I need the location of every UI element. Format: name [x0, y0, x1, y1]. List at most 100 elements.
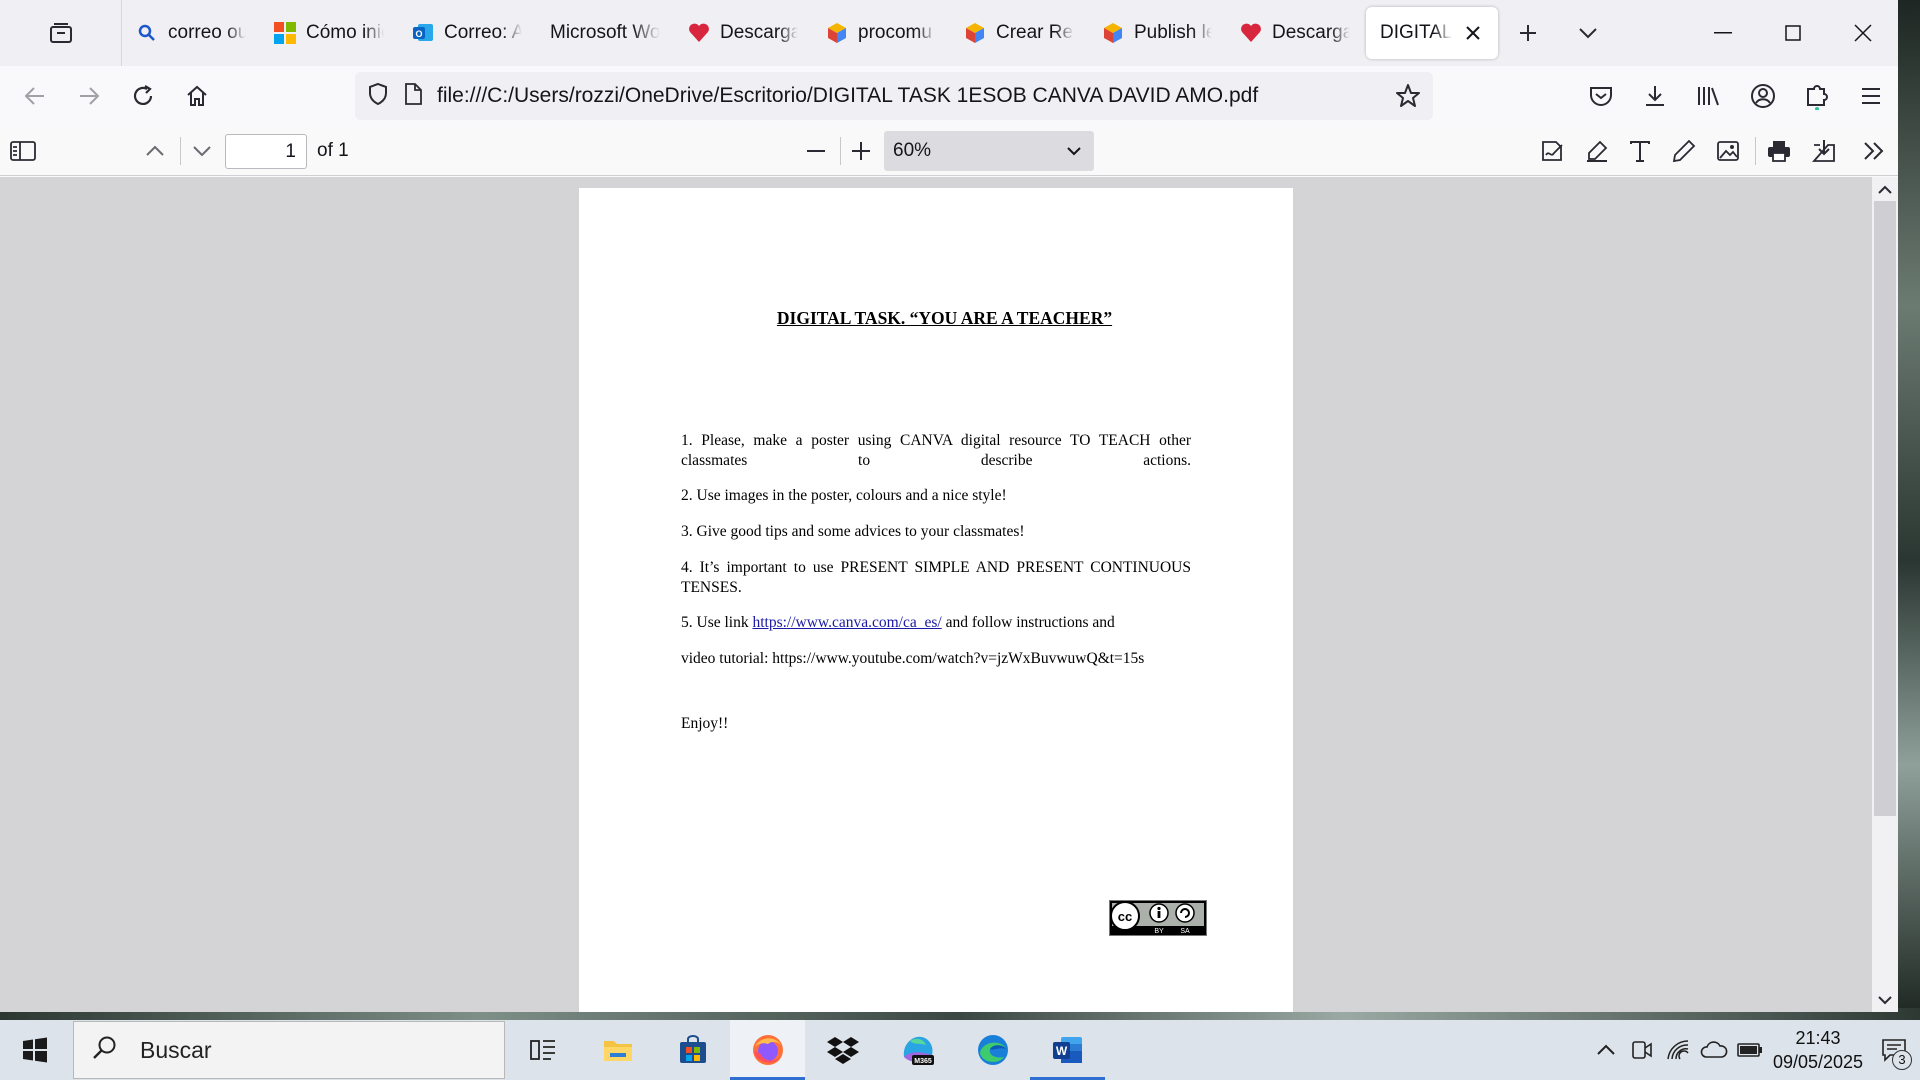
firefox-taskbar-button[interactable] [730, 1020, 805, 1080]
draw-button[interactable] [1663, 131, 1705, 171]
minimize-icon [1714, 32, 1732, 34]
print-button[interactable] [1758, 131, 1800, 171]
onedrive-button[interactable] [1696, 1020, 1732, 1080]
clock[interactable]: 21:43 09/05/2025 [1768, 1026, 1868, 1074]
library-button[interactable] [1682, 70, 1736, 122]
microsoft-store-button[interactable] [655, 1020, 730, 1080]
file-explorer-button[interactable] [580, 1020, 655, 1080]
tab-crear-recurso[interactable]: Crear Rec [950, 7, 1088, 59]
tools-overflow-button[interactable] [1853, 131, 1895, 171]
save-download-icon [1812, 140, 1835, 162]
word-icon: W [1052, 1037, 1082, 1063]
scroll-up-arrow[interactable] [1872, 179, 1898, 199]
forward-button[interactable] [62, 70, 116, 122]
zoom-select[interactable]: 60% [884, 131, 1094, 171]
battery-button[interactable] [1732, 1020, 1768, 1080]
chevron-down-icon [1579, 28, 1597, 39]
app-menu-button[interactable] [1844, 70, 1898, 122]
minus-icon [807, 150, 825, 152]
reload-button[interactable] [116, 70, 170, 122]
svg-text:O: O [415, 29, 422, 39]
m365-copilot-icon: M365 [903, 1036, 934, 1065]
back-button[interactable] [8, 70, 62, 122]
firefox-view-icon [49, 23, 72, 43]
document-item-2: 2. Use images in the poster, colours and… [681, 487, 1007, 504]
reload-icon [133, 85, 153, 105]
plus-icon [1520, 25, 1536, 41]
highlight-button[interactable] [1576, 131, 1618, 171]
tab-list: correo ou Cómo inic O Correo: A Microsof… [122, 0, 1498, 66]
tab-descarga-1[interactable]: Descarga [674, 7, 812, 59]
sidebar-toggle-button[interactable] [2, 131, 44, 171]
new-tab-button[interactable] [1498, 0, 1558, 66]
url-text[interactable]: file:///C:/Users/rozzi/OneDrive/Escritor… [437, 84, 1258, 108]
back-arrow-icon [24, 87, 44, 105]
account-button[interactable] [1736, 70, 1790, 122]
home-button[interactable] [170, 70, 224, 122]
edge-button[interactable] [955, 1020, 1030, 1080]
tracking-protection-shield-icon[interactable] [367, 82, 389, 111]
tab-descarga-2[interactable]: Descarga [1226, 7, 1364, 59]
image-icon [1717, 141, 1739, 161]
close-tab-icon[interactable] [1462, 22, 1484, 44]
pocket-button[interactable] [1574, 70, 1628, 122]
clock-time: 21:43 [1795, 1028, 1841, 1048]
text-button[interactable] [1619, 131, 1661, 171]
canva-link[interactable]: https://www.canva.com/ca_es/ [752, 614, 941, 631]
item-5-prefix: 5. Use link [681, 614, 753, 631]
clock-date: 09/05/2025 [1772, 1052, 1864, 1072]
close-window-button[interactable] [1828, 0, 1898, 66]
task-view-button[interactable] [505, 1020, 580, 1080]
page-number-input[interactable]: 1 [225, 134, 307, 169]
pocket-icon [1590, 87, 1612, 106]
svg-text:SA: SA [1180, 928, 1190, 935]
vertical-scrollbar[interactable] [1872, 177, 1898, 1012]
list-all-tabs-button[interactable] [1558, 0, 1618, 66]
start-button[interactable] [0, 1020, 70, 1080]
minimize-button[interactable] [1688, 0, 1758, 66]
tab-correo[interactable]: correo ou [122, 7, 260, 59]
maximize-button[interactable] [1758, 0, 1828, 66]
scroll-thumb[interactable] [1874, 201, 1896, 816]
taskbar: Buscar M365 W 21:43 09/05/2025 3 [0, 1020, 1920, 1080]
cc-by-sa-icon: cc BY SA [1109, 900, 1207, 936]
zoom-out-button[interactable] [795, 131, 837, 171]
signature-button[interactable] [1532, 131, 1574, 171]
zoom-value: 60% [893, 140, 932, 161]
word-button[interactable]: W [1030, 1020, 1105, 1080]
save-pdf-button[interactable] [1803, 131, 1845, 171]
downloads-button[interactable] [1628, 70, 1682, 122]
tab-digital-task[interactable]: DIGITAL TA [1366, 7, 1498, 59]
pdf-page: DIGITAL TASK. “YOU ARE A TEACHER” 1. Ple… [579, 188, 1293, 1012]
notification-center-button[interactable]: 3 [1868, 1020, 1920, 1080]
show-hidden-icons-button[interactable] [1588, 1020, 1624, 1080]
taskbar-search-box[interactable]: Buscar [73, 1021, 505, 1079]
tab-como-iniciar[interactable]: Cómo inic [260, 7, 398, 59]
zoom-in-button[interactable] [840, 131, 882, 171]
outlook-icon: O [412, 22, 434, 44]
dropbox-button[interactable] [805, 1020, 880, 1080]
add-image-button[interactable] [1707, 131, 1749, 171]
printer-icon [1768, 141, 1790, 162]
tab-microsoft-word[interactable]: Microsoft Wo [536, 7, 674, 59]
tab-procomun[interactable]: procomu [812, 7, 950, 59]
pdf-viewer[interactable]: DIGITAL TASK. “YOU ARE A TEACHER” 1. Ple… [0, 177, 1898, 1012]
cube-icon [964, 22, 986, 44]
heart-icon [1240, 22, 1262, 44]
search-icon [92, 1035, 118, 1066]
tab-publish[interactable]: Publish le [1088, 7, 1226, 59]
meet-now-button[interactable] [1624, 1020, 1660, 1080]
double-chevron-right-icon [1864, 142, 1884, 160]
firefox-view-button[interactable] [0, 0, 122, 66]
address-bar[interactable]: file:///C:/Users/rozzi/OneDrive/Escritor… [355, 72, 1433, 120]
chevron-down-icon [193, 146, 211, 157]
tab-correo-outlook[interactable]: O Correo: A [398, 7, 536, 59]
bookmark-star-icon[interactable] [1395, 83, 1421, 114]
next-page-button[interactable] [181, 131, 223, 171]
microsoft-365-button[interactable]: M365 [880, 1020, 955, 1080]
page-count-label: of 1 [317, 140, 349, 161]
previous-page-button[interactable] [134, 131, 176, 171]
network-button[interactable] [1660, 1020, 1696, 1080]
extensions-button[interactable] [1790, 70, 1844, 122]
scroll-down-arrow[interactable] [1872, 990, 1898, 1010]
